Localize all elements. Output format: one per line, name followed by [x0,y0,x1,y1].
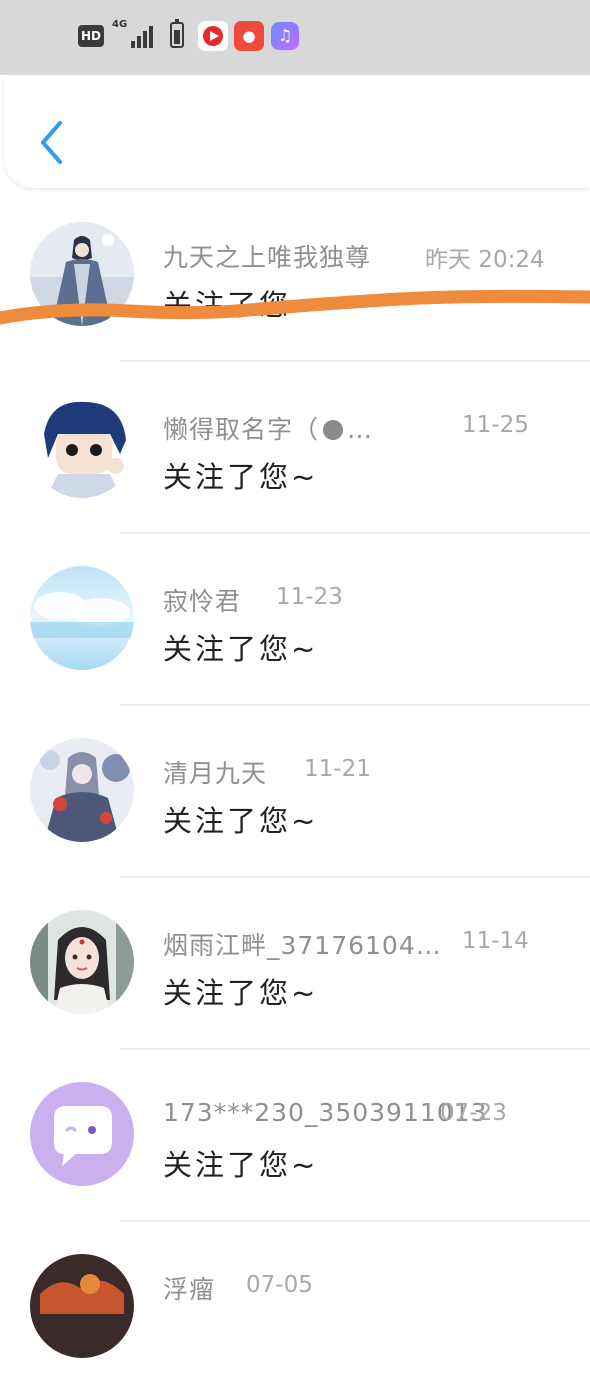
username: 懒得取名字（… [163,415,374,444]
avatar[interactable] [30,1082,134,1186]
avatar[interactable] [30,738,134,842]
avatar[interactable] [30,910,134,1014]
video-app-icon [198,21,228,51]
music-app-icon: ♫ [271,22,299,50]
list-item[interactable]: 清月九天 11-21 关注了您~ [0,706,590,878]
timestamp: 11-14 [462,928,529,954]
network-type: 4G [112,19,128,30]
redaction-scribble [0,289,590,325]
battery-icon [170,19,184,48]
list-item[interactable]: 烟雨江畔_37176104… 11-14 关注了您~ [0,878,590,1050]
timestamp: 昨天 20:24 [425,247,545,273]
list-item[interactable]: 173***230_3503911013 07-23 关注了您~ [0,1050,590,1222]
status-bar: HD 4G ● ♫ [0,0,590,75]
timestamp: 11-23 [276,584,343,610]
username: 173***230_3503911013 [163,1098,488,1127]
chevron-left-icon[interactable] [38,120,66,165]
avatar[interactable] [30,1254,134,1358]
username: 烟雨江畔_37176104… [163,931,442,960]
message-text: 关注了您~ [163,632,319,666]
timestamp: 11-25 [462,412,529,438]
message-text: 关注了您~ [163,460,319,494]
kuaishou-icon: ● [234,21,264,51]
avatar[interactable] [30,394,134,498]
message-text: 关注了您~ [163,976,319,1010]
username: 寂怜君 [163,587,242,616]
message-text: 关注了您~ [163,804,319,838]
hd-badge: HD [78,25,104,47]
username: 清月九天 [163,759,268,788]
list-item[interactable]: 寂怜君 11-23 关注了您~ [0,534,590,706]
header [4,75,590,188]
timestamp: 07-23 [440,1100,507,1126]
avatar[interactable] [30,566,134,670]
signal-icon [131,24,157,48]
list-item[interactable]: 懒得取名字（… 11-25 关注了您~ [0,362,590,534]
username: 浮瘤 [163,1275,216,1304]
list-item[interactable]: 九天之上唯我独尊 昨天 20:24 关注了您~ [0,190,590,362]
emoji-dot [323,420,344,440]
list-item[interactable]: 浮瘤 07-05 [0,1222,590,1394]
timestamp: 11-21 [304,756,371,782]
timestamp: 07-05 [246,1272,313,1298]
username: 九天之上唯我独尊 [163,243,372,272]
message-text: 关注了您~ [163,1148,319,1182]
